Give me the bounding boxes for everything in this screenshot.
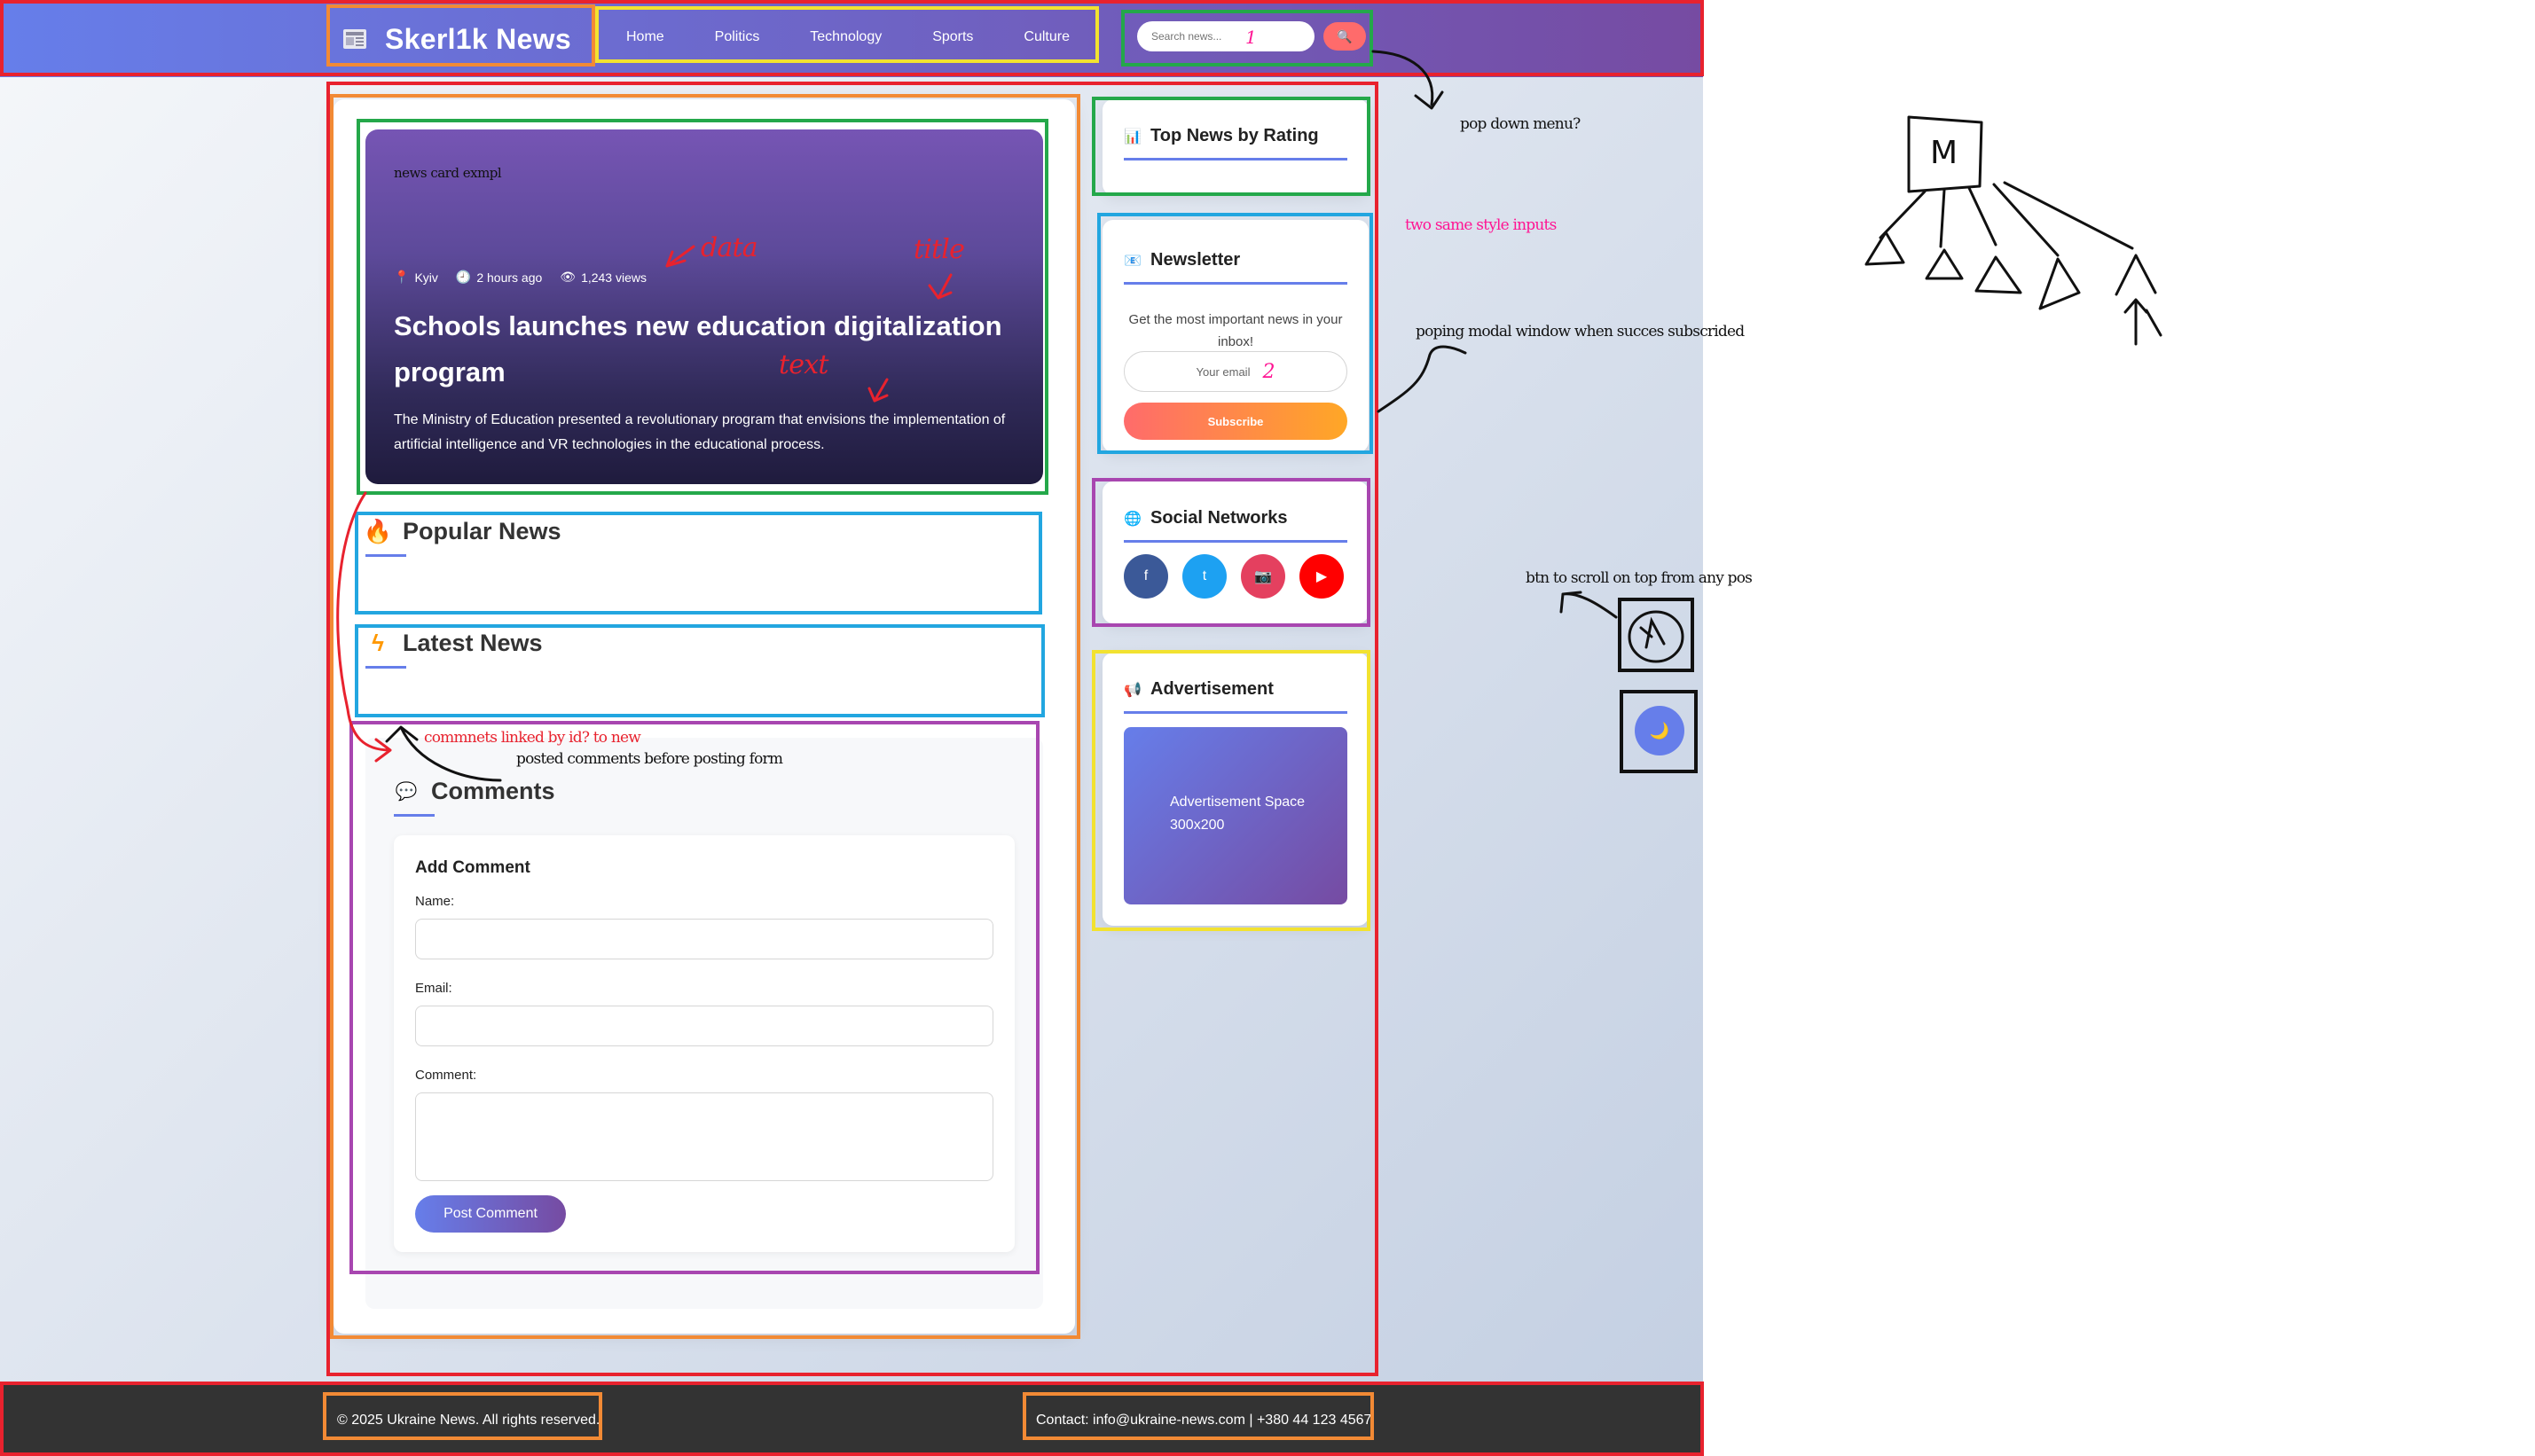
top-news-widget: 📊 Top News by Rating [1103,99,1369,195]
social-title: Social Networks [1150,508,1288,528]
footer-contact: Contact: info@ukraine-news.com | +380 44… [1036,1413,1372,1428]
youtube-button[interactable]: ▶ [1299,554,1344,599]
hero-time: 2 hours ago [476,270,543,285]
newsletter-placeholder: Your email [1196,364,1251,379]
main-nav: Home Politics Technology Sports Culture [600,14,1096,60]
speech-bubble-icon: 💬 [395,782,418,802]
site-header: Skerl1k News Home Politics Technology Sp… [0,0,1703,77]
note-posted-comments: posted comments before posting form [516,750,783,768]
camera-icon: 📷 [1254,569,1272,584]
search-button[interactable]: 🔍 [1323,22,1366,51]
section-underline [365,554,406,557]
newspaper-icon [343,29,366,49]
lightning-icon: ϟ [372,630,384,656]
nav-culture[interactable]: Culture [1015,22,1079,52]
location-pin-icon: 📍 [394,270,410,284]
nav-home[interactable]: Home [617,22,673,52]
ad-title: Advertisement [1150,679,1274,699]
site-name: Skerl1k News [385,22,571,55]
post-comment-button[interactable]: Post Comment [415,1195,566,1233]
play-icon: ▶ [1315,569,1328,584]
popular-news-section: 🔥 Popular News [363,518,1043,557]
comment-textarea[interactable] [415,1092,993,1181]
sketch-letter: M [1930,135,1958,171]
popular-news-title: Popular News [403,518,561,544]
site-footer: © 2025 Ukraine News. All rights reserved… [0,1384,1703,1456]
envelope-icon: 📧 [1124,253,1142,269]
twitter-button[interactable]: t [1182,554,1227,599]
social-networks-widget: 🌐 Social Networks f t 📷 ▶ [1103,481,1369,623]
note-pop-down: pop down menu? [1460,115,1581,133]
search-icon: 🔍 [1337,28,1353,43]
hero-text: The Ministry of Education presented a re… [394,412,1006,452]
search-input[interactable] [1137,21,1315,51]
hero-title[interactable]: Schools launches new education digitaliz… [394,303,1032,395]
note-data: data [701,232,758,263]
hero-tag: news card exmpl [394,165,502,181]
note-scroll-btn: btn to scroll on top from any pos [1526,569,1753,587]
advertisement-widget: 📢 Advertisement Advertisement Space 300x… [1103,653,1369,926]
newsletter-title: Newsletter [1150,250,1241,270]
note-title: title [914,234,965,265]
theme-toggle-button[interactable]: 🌙 [1635,706,1684,755]
section-underline [365,666,406,669]
form-title: Add Comment [415,858,530,877]
instagram-button[interactable]: 📷 [1241,554,1285,599]
megaphone-icon: 📢 [1124,682,1142,698]
widget-underline [1124,282,1347,285]
email-label: Email: [415,981,452,996]
newsletter-description: Get the most important news in your inbo… [1128,312,1343,349]
ad-space[interactable]: Advertisement Space 300x200 [1124,727,1347,904]
fire-icon: 🔥 [363,518,393,544]
note-modal: poping modal window when succes subscrid… [1416,323,1745,341]
note-comments-link: commnets linked by id? to new [424,729,641,747]
comment-label: Comment: [415,1068,477,1083]
newsletter-widget: 📧 Newsletter Get the most important news… [1103,220,1369,452]
nav-sports[interactable]: Sports [923,22,982,52]
site-logo[interactable]: Skerl1k News [342,18,571,60]
section-underline [394,814,435,817]
note-text: text [779,349,828,380]
clock-icon: 🕘 [455,270,472,284]
facebook-icon: f [1143,568,1149,583]
footer-copyright: © 2025 Ukraine News. All rights reserved… [337,1413,600,1428]
comments-heading: 💬 Comments [394,778,660,817]
twitter-icon: t [1202,568,1207,583]
scroll-to-top-button[interactable] [1621,601,1694,672]
hero-location: Kyiv [414,270,438,285]
moon-icon: 🌙 [1649,721,1670,740]
eye-icon: 👁 [560,270,577,284]
hero-meta: 📍 Kyiv 🕘 2 hours ago 👁 1,243 views [394,270,647,285]
bar-chart-icon: 📊 [1124,129,1142,145]
annotation-mark-1: 1 [1245,27,1257,48]
comments-title: Comments [431,778,555,804]
annotation-mark-2: 2 [1262,360,1275,383]
add-comment-form: Add Comment Name: Email: Comment: Post C… [394,835,1015,1252]
name-label: Name: [415,894,455,909]
note-same-inputs: two same style inputs [1405,216,1557,234]
facebook-button[interactable]: f [1124,554,1168,599]
ad-text: Advertisement Space 300x200 [1170,795,1306,833]
subscribe-button[interactable]: Subscribe [1124,403,1347,440]
widget-underline [1124,711,1347,714]
email-field[interactable] [415,1006,993,1046]
nav-technology[interactable]: Technology [801,22,891,52]
latest-news-section: ϟ Latest News [365,630,1043,669]
nav-politics[interactable]: Politics [706,22,769,52]
top-news-title: Top News by Rating [1150,126,1319,145]
widget-underline [1124,158,1347,160]
name-field[interactable] [415,919,993,959]
hero-views: 1,243 views [581,270,647,285]
hero-news-card[interactable]: news card exmpl 📍 Kyiv 🕘 2 hours ago 👁 1,24… [365,129,1043,484]
widget-underline [1124,540,1347,543]
latest-news-title: Latest News [403,630,543,656]
newsletter-email-input[interactable]: Your email 2 [1124,351,1347,392]
globe-icon: 🌐 [1124,511,1142,527]
